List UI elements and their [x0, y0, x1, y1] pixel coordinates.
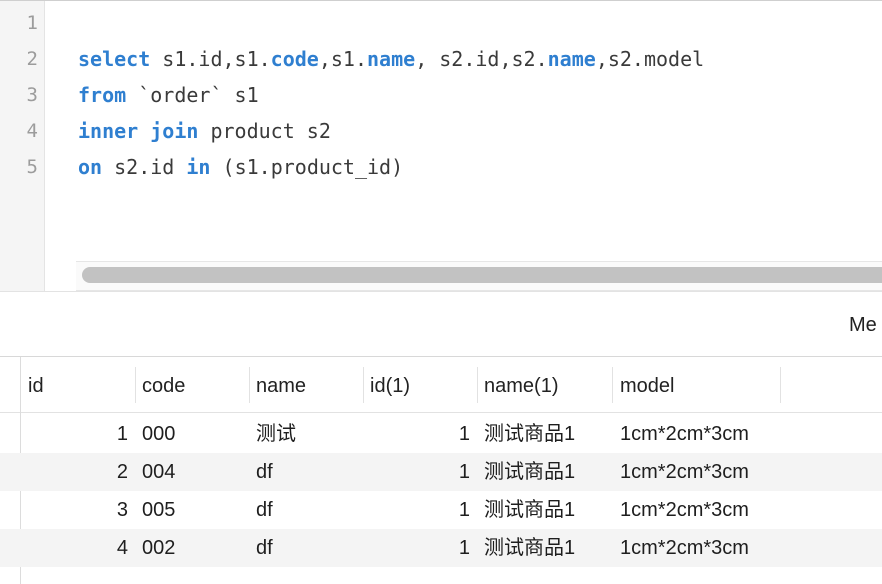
- code-line-3[interactable]: from `order` s1: [78, 77, 259, 113]
- cell-model[interactable]: 1cm*2cm*3cm: [620, 453, 780, 491]
- column-divider[interactable]: [363, 367, 364, 403]
- line-number: 2: [26, 48, 38, 70]
- column-header-code[interactable]: code: [142, 357, 185, 413]
- cell-model[interactable]: 1cm*2cm*3cm: [620, 491, 780, 529]
- sql-keyword: join: [150, 119, 199, 143]
- column-header-name[interactable]: name: [256, 357, 306, 413]
- cell-code[interactable]: 000: [142, 415, 242, 453]
- sql-editor[interactable]: 1 2 3 4 5 select s1.id,s1.code,s1.name, …: [0, 0, 882, 292]
- sql-keyword: from: [78, 83, 127, 107]
- cell-model[interactable]: 1cm*2cm*3cm: [620, 529, 780, 567]
- cell-id1[interactable]: 1: [370, 453, 470, 491]
- tab-message[interactable]: Me: [849, 314, 877, 337]
- sql-text: ,s2.model: [595, 47, 705, 71]
- sql-text: product s2: [198, 119, 331, 143]
- line-number: 3: [26, 84, 38, 106]
- column-header-model[interactable]: model: [620, 357, 674, 413]
- column-divider[interactable]: [477, 367, 478, 403]
- cell-code[interactable]: 004: [142, 453, 242, 491]
- sql-text: (s1.product_id): [210, 155, 404, 179]
- cell-code[interactable]: 002: [142, 529, 242, 567]
- cell-id1[interactable]: 1: [370, 529, 470, 567]
- line-number-gutter: 1 2 3 4 5: [0, 1, 45, 292]
- cell-id1[interactable]: 1: [370, 491, 470, 529]
- sql-text: `order` s1: [126, 83, 259, 107]
- sql-keyword: name: [547, 47, 596, 71]
- sql-text: s2.id: [102, 155, 187, 179]
- cell-name[interactable]: df: [256, 529, 356, 567]
- line-number: 4: [26, 120, 38, 142]
- cell-name1[interactable]: 测试商品1: [484, 453, 604, 491]
- line-number: 5: [26, 156, 38, 178]
- cell-id[interactable]: 4: [28, 529, 128, 567]
- line-number: 1: [26, 12, 38, 34]
- horizontal-scrollbar-thumb[interactable]: [82, 267, 882, 283]
- sql-text: ,s1.: [318, 47, 368, 71]
- cell-name[interactable]: df: [256, 491, 356, 529]
- sql-keyword: inner: [78, 119, 139, 143]
- cell-name[interactable]: df: [256, 453, 356, 491]
- cell-code[interactable]: 005: [142, 491, 242, 529]
- sql-keyword: name: [367, 47, 416, 71]
- sql-keyword: in: [186, 155, 211, 179]
- cell-name1[interactable]: 测试商品1: [484, 529, 604, 567]
- column-header-id[interactable]: id: [28, 357, 44, 413]
- sql-text: , s2.id,s2.: [415, 47, 548, 71]
- sql-keyword: on: [78, 155, 103, 179]
- column-divider[interactable]: [135, 367, 136, 403]
- sql-keyword: select: [78, 47, 151, 71]
- cell-model[interactable]: 1cm*2cm*3cm: [620, 415, 780, 453]
- column-header-name1[interactable]: name(1): [484, 357, 558, 413]
- column-divider[interactable]: [612, 367, 613, 403]
- result-header-row: [0, 357, 882, 413]
- cell-id[interactable]: 3: [28, 491, 128, 529]
- code-line-4[interactable]: inner join product s2: [78, 113, 331, 149]
- cell-name[interactable]: 测试: [256, 415, 356, 453]
- column-divider[interactable]: [249, 367, 250, 403]
- column-header-id1[interactable]: id(1): [370, 357, 410, 413]
- cell-id[interactable]: 2: [28, 453, 128, 491]
- message-bar: [0, 291, 882, 356]
- sql-keyword: code: [270, 47, 319, 71]
- sql-text: s1.id,s1.: [150, 47, 271, 71]
- cell-id1[interactable]: 1: [370, 415, 470, 453]
- code-line-5[interactable]: on s2.id in (s1.product_id): [78, 149, 403, 185]
- column-divider[interactable]: [780, 367, 781, 403]
- cell-name1[interactable]: 测试商品1: [484, 491, 604, 529]
- cell-id[interactable]: 1: [28, 415, 128, 453]
- cell-name1[interactable]: 测试商品1: [484, 415, 604, 453]
- code-line-2[interactable]: select s1.id,s1.code,s1.name, s2.id,s2.n…: [78, 41, 704, 77]
